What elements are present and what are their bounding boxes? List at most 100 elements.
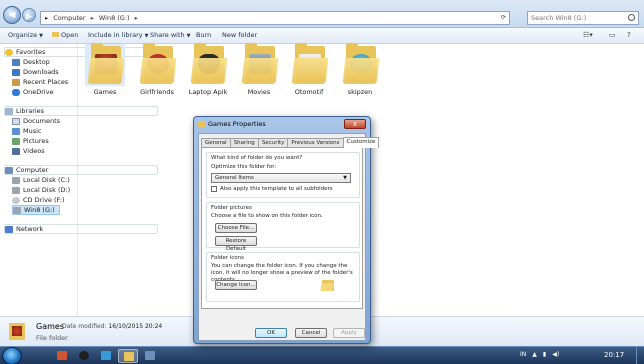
tab-customize[interactable]: Customize bbox=[342, 137, 380, 148]
change-icon-button[interactable]: Change Icon... bbox=[215, 280, 257, 290]
folder-pictures-text: Choose a file to show on this folder ico… bbox=[211, 213, 323, 219]
forward-button[interactable]: ▶ bbox=[22, 8, 36, 22]
language-indicator[interactable]: IN bbox=[520, 351, 526, 358]
videos-icon bbox=[12, 147, 20, 155]
folder-icon bbox=[85, 43, 125, 86]
details-modified: Date modified: 16/10/2015 20:24 bbox=[62, 323, 162, 330]
downloads-icon bbox=[12, 68, 20, 76]
share-with-button[interactable]: Share with ▼ bbox=[150, 31, 190, 39]
sidebar-item-cd-drive[interactable]: CD Drive (F:) bbox=[12, 195, 65, 205]
breadcrumb-separator: ▸ bbox=[90, 14, 94, 22]
app-icon bbox=[145, 351, 155, 360]
tab-general[interactable]: General bbox=[201, 138, 231, 147]
include-library-button[interactable]: Include in library ▼ bbox=[88, 31, 149, 39]
help-icon[interactable]: ? bbox=[627, 31, 631, 39]
burn-button[interactable]: Burn bbox=[196, 31, 211, 39]
libraries-icon bbox=[5, 107, 13, 115]
sidebar-item-pictures[interactable]: Pictures bbox=[12, 136, 49, 146]
taskbar-app[interactable] bbox=[74, 349, 94, 363]
ok-button[interactable]: OK bbox=[255, 328, 287, 338]
show-desktop-button[interactable] bbox=[636, 347, 644, 364]
address-box[interactable]: ▸ Computer ▸ Win8 (G:) ▸ ⟳ bbox=[40, 11, 510, 25]
cancel-button[interactable]: Cancel bbox=[295, 328, 327, 338]
organize-button[interactable]: Organize ▼ bbox=[8, 31, 43, 39]
sidebar-item-disk-c[interactable]: Local Disk (C:) bbox=[12, 175, 70, 185]
folder-item[interactable]: skipzen bbox=[337, 43, 383, 100]
sidebar-group-network[interactable]: Network bbox=[4, 224, 158, 234]
sidebar-item-music[interactable]: Music bbox=[12, 126, 42, 136]
taskbar-app[interactable] bbox=[140, 349, 160, 363]
view-options-icon[interactable]: ☷▾ bbox=[583, 31, 593, 39]
tab-previous-versions[interactable]: Previous Versions bbox=[287, 138, 344, 147]
folder-icon bbox=[188, 43, 228, 86]
taskbar-app[interactable] bbox=[52, 349, 72, 363]
volume-icon[interactable]: ◀) bbox=[552, 351, 559, 358]
folder-item[interactable]: Games bbox=[82, 43, 128, 100]
dialog-body: General Sharing Security Previous Versio… bbox=[198, 133, 380, 341]
sidebar-group-computer[interactable]: Computer bbox=[4, 165, 158, 175]
optimize-label: Optimize this folder for: bbox=[211, 164, 277, 170]
sidebar-label: Videos bbox=[23, 147, 45, 155]
taskbar-explorer[interactable] bbox=[118, 349, 138, 363]
folder-icon bbox=[289, 43, 329, 86]
tab-security[interactable]: Security bbox=[257, 138, 289, 147]
sidebar-group-libraries[interactable]: Libraries bbox=[4, 106, 158, 116]
sidebar-label: Desktop bbox=[23, 58, 50, 66]
tab-sharing[interactable]: Sharing bbox=[229, 138, 259, 147]
dialog-title-text: Games Properties bbox=[208, 120, 266, 128]
app-icon bbox=[57, 351, 67, 360]
network-tray-icon[interactable]: ▮ bbox=[543, 351, 546, 358]
new-folder-button[interactable]: New folder bbox=[222, 31, 257, 39]
taskbar-app[interactable] bbox=[96, 349, 116, 363]
address-bar-row: ◀ ▶ ▸ Computer ▸ Win8 (G:) ▸ ⟳ bbox=[0, 0, 644, 28]
folder-icons-group: Folder icons You can change the folder i… bbox=[206, 252, 360, 302]
preview-pane-icon[interactable]: ▭ bbox=[609, 31, 616, 39]
sidebar-item-recent[interactable]: Recent Places bbox=[12, 77, 68, 87]
start-button[interactable] bbox=[2, 347, 22, 364]
sidebar-item-documents[interactable]: Documents bbox=[12, 116, 60, 126]
breadcrumb-computer[interactable]: Computer bbox=[53, 14, 85, 22]
search-box[interactable] bbox=[527, 11, 639, 25]
restore-default-button[interactable]: Restore Default bbox=[215, 236, 257, 252]
apply-button[interactable]: Apply bbox=[333, 328, 365, 338]
sidebar-item-disk-d[interactable]: Local Disk (D:) bbox=[12, 185, 70, 195]
apply-template-checkbox[interactable]: Also apply this template to all subfolde… bbox=[211, 186, 333, 192]
folder-item[interactable]: Laptop Apik bbox=[185, 43, 231, 100]
checkbox-box[interactable] bbox=[211, 186, 217, 192]
refresh-icon[interactable]: ⟳ bbox=[501, 14, 506, 21]
open-button[interactable]: Open bbox=[52, 31, 78, 39]
taskbar: IN ▲ ▮ ◀) 20:17 bbox=[0, 346, 644, 364]
sidebar-item-downloads[interactable]: Downloads bbox=[12, 67, 59, 77]
search-input[interactable] bbox=[528, 12, 624, 24]
folder-item[interactable]: Girlfriends bbox=[134, 43, 180, 100]
back-button[interactable]: ◀ bbox=[3, 6, 21, 24]
sidebar-label: Libraries bbox=[16, 107, 45, 115]
choose-file-button[interactable]: Choose File... bbox=[215, 223, 257, 233]
breadcrumb-win8[interactable]: Win8 (G:) bbox=[99, 14, 130, 22]
network-icon bbox=[5, 225, 13, 233]
recent-places-icon bbox=[12, 78, 20, 86]
documents-icon bbox=[12, 117, 20, 125]
tray-expand-icon[interactable]: ▲ bbox=[532, 351, 537, 358]
folder-item[interactable]: Otomotif bbox=[286, 43, 332, 100]
sidebar-item-videos[interactable]: Videos bbox=[12, 146, 45, 156]
chevron-down-icon: ▼ bbox=[186, 33, 191, 39]
clock[interactable]: 20:17 bbox=[604, 351, 624, 359]
sidebar-item-win8[interactable]: Win8 (G:) bbox=[12, 205, 60, 215]
sidebar-item-onedrive[interactable]: OneDrive bbox=[12, 87, 54, 97]
cloud-icon bbox=[12, 88, 20, 96]
navigation-pane: Favorites Desktop Downloads Recent Place… bbox=[0, 44, 158, 316]
media-player-icon bbox=[79, 351, 89, 360]
music-icon bbox=[12, 127, 20, 135]
sidebar-label: Documents bbox=[23, 117, 61, 125]
close-button[interactable]: x bbox=[344, 119, 366, 129]
sidebar-item-desktop[interactable]: Desktop bbox=[12, 57, 50, 67]
folder-item[interactable]: Movies bbox=[236, 43, 282, 100]
folder-icon bbox=[340, 43, 380, 86]
pictures-icon bbox=[12, 137, 20, 145]
drive-icon bbox=[12, 176, 20, 184]
sidebar-label: Local Disk (C:) bbox=[23, 176, 70, 184]
optimize-select[interactable]: General Items ▼ bbox=[211, 173, 351, 183]
chevron-down-icon: ▼ bbox=[343, 175, 347, 181]
folder-type-group: What kind of folder do you want? Optimiz… bbox=[206, 152, 360, 198]
